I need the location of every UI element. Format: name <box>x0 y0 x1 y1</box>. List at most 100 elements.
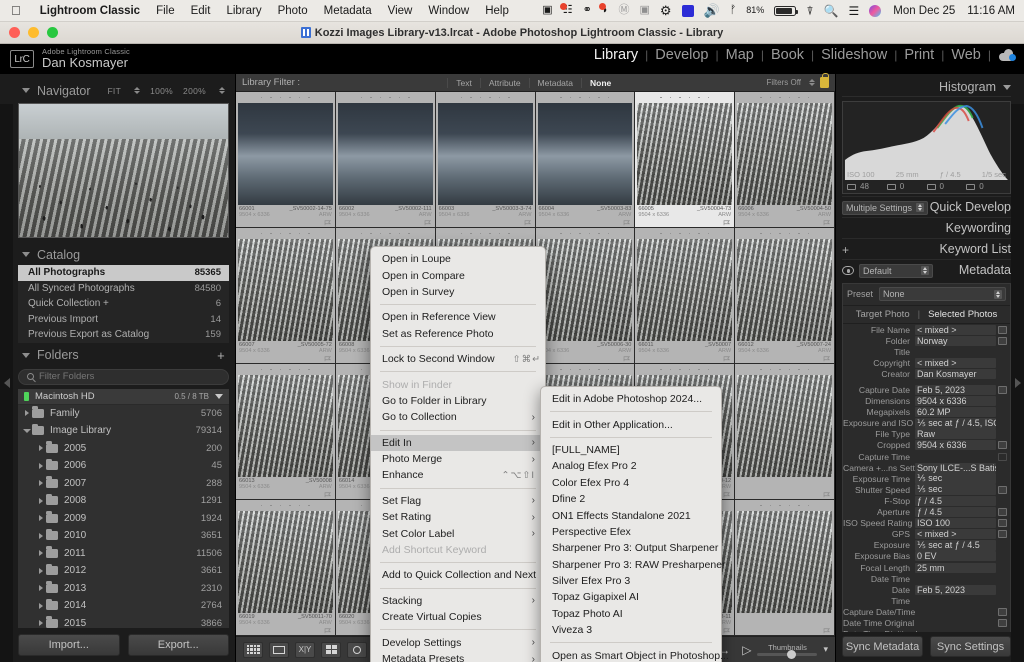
folder-row[interactable]: 2008 1291 <box>18 492 229 510</box>
metadata-value[interactable]: Dan Kosmayer <box>915 368 996 379</box>
menu-item[interactable]: Go to Collection › <box>371 409 545 425</box>
metadata-row[interactable]: Shutter Speed ⅕ sec <box>843 484 1010 496</box>
metadata-row[interactable]: Exposure and ISO⅕ sec at ƒ / 4.5, ISO 10… <box>843 417 1010 429</box>
flag-icon[interactable] <box>823 220 831 226</box>
metadata-action-icon[interactable] <box>998 508 1007 517</box>
menu-item[interactable]: Sharpener Pro 3: RAW Presharpener <box>541 557 726 573</box>
cell-thumbnail[interactable] <box>637 239 733 341</box>
menu-item[interactable]: Edit in Other Application... <box>541 416 721 432</box>
control-center-icon[interactable]: ☰ <box>848 5 859 17</box>
screenshot-icon[interactable]: ▣ <box>542 5 552 16</box>
wifi-icon[interactable]: ⍒ <box>806 5 813 17</box>
flag-icon[interactable] <box>324 628 332 634</box>
lock-icon[interactable] <box>820 73 829 88</box>
module-develop[interactable]: Develop <box>648 47 715 63</box>
sync-metadata-button[interactable]: Sync Metadata <box>842 636 923 657</box>
folder-row[interactable]: Image Library 79314 <box>18 422 229 440</box>
apple-logo-icon[interactable]:  <box>0 4 32 17</box>
grid-cell[interactable]: 66005 _SV50004-73 9504 x 6336 ARW <box>635 92 736 228</box>
navigator-header[interactable]: Navigator FIT 100% 200% <box>18 80 229 101</box>
cell-thumbnail[interactable] <box>238 239 333 341</box>
grid-cell[interactable]: 66004 _SV50003-83 9504 x 6336 ARW <box>535 92 636 228</box>
menu-item[interactable]: Open as Smart Object in Photoshop... <box>541 647 729 662</box>
loupe-view-icon[interactable] <box>269 641 289 658</box>
folder-disclosure-icon[interactable] <box>22 428 32 433</box>
flag-icon[interactable] <box>424 220 432 226</box>
chevron-down-icon[interactable]: ▾ <box>823 645 828 654</box>
metadata-value[interactable]: ƒ / 4.5 <box>915 507 996 518</box>
menu-item[interactable]: Edit in Adobe Photoshop 2024... <box>541 391 721 407</box>
filters-off-label[interactable]: Filters Off <box>766 78 801 87</box>
metadata-value[interactable]: 60.2 MP <box>915 407 996 418</box>
module-web[interactable]: Web <box>944 47 988 63</box>
folder-disclosure-icon[interactable] <box>22 410 32 417</box>
flag-icon[interactable] <box>524 220 532 226</box>
folder-disclosure-icon[interactable] <box>36 620 46 627</box>
add-folder-icon[interactable]: + <box>217 348 225 363</box>
menu-item[interactable]: Lock to Second Window ⇧⌘↵ <box>371 351 545 367</box>
people-view-icon[interactable] <box>347 641 367 658</box>
metadata-value[interactable]: ƒ / 4.5 <box>915 495 996 506</box>
folder-row[interactable]: 2014 2764 <box>18 597 229 615</box>
folder-disclosure-icon[interactable] <box>36 585 46 592</box>
metadata-value[interactable]: ⅕ sec at ƒ / 4.5 <box>915 539 996 551</box>
cell-thumbnail[interactable] <box>537 239 633 341</box>
menubar-item-photo[interactable]: Photo <box>270 5 316 17</box>
flag-icon[interactable] <box>823 356 831 362</box>
metadata-action-icon[interactable] <box>998 485 1007 494</box>
menubar-item-file[interactable]: File <box>148 5 183 17</box>
flag-icon[interactable] <box>324 356 332 362</box>
folder-disclosure-icon[interactable] <box>36 567 46 574</box>
photo-context-menu[interactable]: Open in Loupe Open in Compare Open in Surv… <box>370 246 569 662</box>
folder-row[interactable]: 2009 1924 <box>18 510 229 528</box>
menu-item[interactable]: Analog Efex Pro 2 <box>541 458 721 474</box>
metadata-row[interactable]: Camera +...ns Setting Sony ILCE-...S Bati… <box>843 462 1010 473</box>
quick-develop-header[interactable]: Multiple Settings Quick Develop <box>842 196 1011 217</box>
menu-item[interactable]: Edit In › <box>371 434 545 451</box>
metadata-row[interactable]: Cropped 9504 x 6336 <box>843 440 1010 451</box>
cell-thumbnail[interactable] <box>737 103 832 205</box>
flag-icon[interactable] <box>623 220 631 226</box>
metadata-row[interactable]: Capture Date Feb 5, 2023 <box>843 384 1010 396</box>
grid-cell[interactable]: 66012 _SV50007-24 9504 x 6336 ARW <box>735 228 835 364</box>
navigator-disclosure-icon[interactable] <box>22 88 30 93</box>
metadata-action-icon[interactable] <box>998 519 1007 528</box>
folder-row[interactable]: 2013 2310 <box>18 580 229 598</box>
folder-disclosure-icon[interactable] <box>36 445 46 452</box>
metadata-row[interactable]: Folder Norway <box>843 335 1010 346</box>
search-icon[interactable]: 🔍 <box>824 5 839 17</box>
battery-icon[interactable] <box>774 5 799 16</box>
catalog-row-all-synced-photographs[interactable]: All Synced Photographs 84580 <box>18 281 229 297</box>
navigator-fit-label[interactable]: FIT <box>107 86 121 96</box>
flag-icon[interactable] <box>723 356 731 362</box>
right-panel-collapse-handle[interactable] <box>1011 104 1024 662</box>
metadata-value[interactable]: ISO 100 <box>915 518 996 529</box>
metadata-action-icon[interactable] <box>998 441 1007 450</box>
quick-develop-preset-select[interactable]: Multiple Settings <box>842 200 928 215</box>
metadata-row[interactable]: Exposure Bias 0 EV <box>843 551 1010 562</box>
metadata-row[interactable]: Exposure ⅕ sec at ƒ / 4.5 <box>843 539 1010 551</box>
navigator-zoom-stepper[interactable] <box>219 87 225 94</box>
metadata-row[interactable]: Title <box>843 346 1010 357</box>
keyword-list-header[interactable]: + Keyword List <box>842 238 1011 259</box>
grid-view-icon[interactable] <box>243 641 263 658</box>
menu-item[interactable]: Go to Folder in Library <box>371 393 545 409</box>
volume-menu-icon[interactable] <box>215 393 223 399</box>
tab-target-photo[interactable]: Target Photo <box>856 309 910 320</box>
metadata-row[interactable]: Date Time Original <box>843 617 1010 628</box>
metadata-preset-select[interactable]: None <box>879 287 1006 301</box>
menu-item[interactable]: Open in Reference View <box>371 309 545 325</box>
metadata-view-control[interactable]: Default <box>842 260 933 281</box>
cell-thumbnail[interactable] <box>238 511 333 613</box>
cell-thumbnail[interactable] <box>238 103 333 205</box>
navigator-zoom-200[interactable]: 200% <box>183 86 206 96</box>
cell-thumbnail[interactable] <box>537 103 633 205</box>
vpn-icon[interactable]: ⚭ <box>583 5 592 16</box>
menu-item[interactable]: Set Flag › <box>371 493 545 509</box>
notifications-icon[interactable]: ☷ <box>559 3 573 16</box>
metadata-row[interactable]: Date Time <box>843 573 1010 584</box>
metadata-row[interactable]: Megapixels 60.2 MP <box>843 407 1010 418</box>
menu-item[interactable]: Photo Merge › <box>371 451 545 467</box>
flag-icon[interactable] <box>623 356 631 362</box>
menu-item[interactable]: ON1 Effects Standalone 2021 <box>541 507 721 523</box>
